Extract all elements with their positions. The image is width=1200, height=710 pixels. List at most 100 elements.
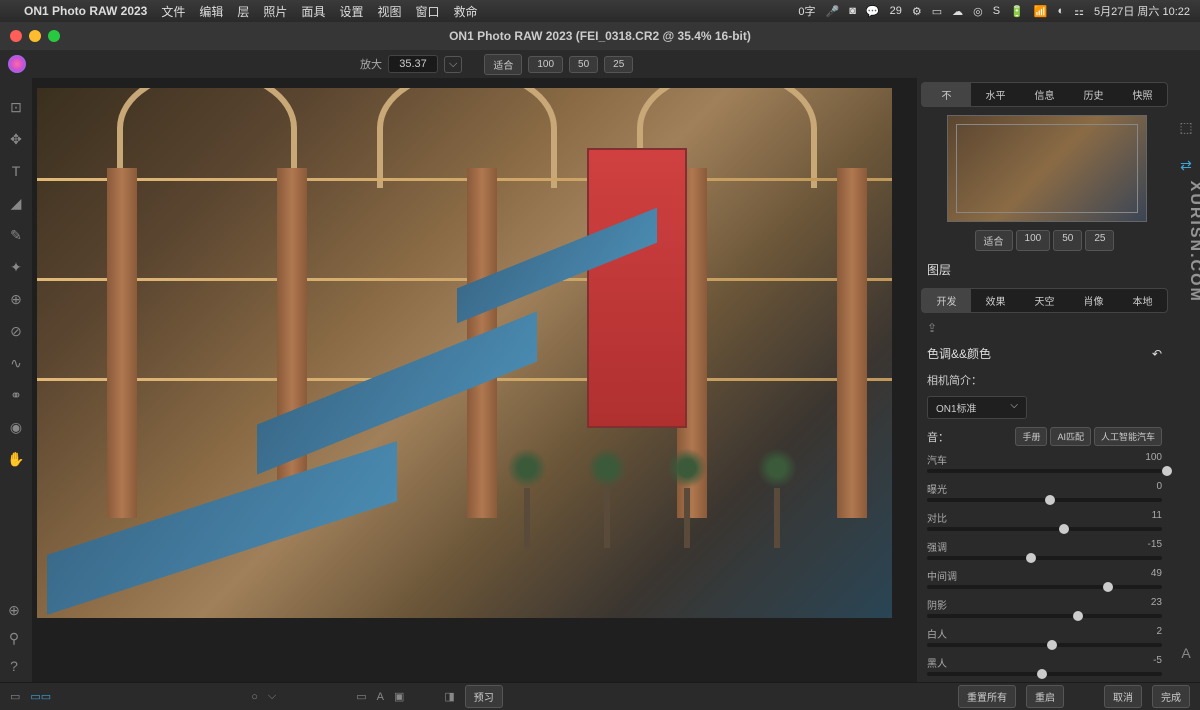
minimize-button[interactable]: [29, 30, 41, 42]
link-tool-icon[interactable]: ⚭: [7, 386, 25, 404]
reset-button[interactable]: 重启: [1026, 685, 1064, 708]
ai-auto-button[interactable]: 人工智能汽车: [1094, 427, 1162, 446]
date-time[interactable]: 5月27日 周六 10:22: [1094, 3, 1190, 19]
reset-icon[interactable]: ↶: [1152, 347, 1162, 361]
compare-icon[interactable]: ▭▭: [30, 690, 51, 703]
panel-icon[interactable]: ▭: [10, 690, 20, 703]
fingerprint-tool-icon[interactable]: ◉: [7, 418, 25, 436]
menu-photo[interactable]: 照片: [263, 3, 287, 20]
slider-track[interactable]: [927, 614, 1162, 618]
zoom-50-button[interactable]: 50: [569, 56, 598, 73]
app-icon[interactable]: ◙: [849, 5, 856, 17]
slider-thumb[interactable]: [1037, 669, 1047, 679]
menu-file[interactable]: 文件: [161, 3, 185, 20]
move-tool-icon[interactable]: ✥: [7, 130, 25, 148]
reset-all-button[interactable]: 重置所有: [958, 685, 1016, 708]
slider-track[interactable]: [927, 672, 1162, 676]
nav-100-button[interactable]: 100: [1016, 230, 1051, 251]
tab-effects[interactable]: 效果: [971, 289, 1020, 312]
s-icon[interactable]: S: [993, 5, 1000, 17]
adjust-tool-icon[interactable]: ◢: [7, 194, 25, 212]
brush-tool-icon[interactable]: ✎: [7, 226, 25, 244]
nav-50-button[interactable]: 50: [1053, 230, 1082, 251]
export-icon[interactable]: ⇪: [917, 317, 1172, 339]
help-icon[interactable]: ?: [5, 657, 23, 675]
hand-tool-icon[interactable]: ✋: [7, 450, 25, 468]
done-button[interactable]: 完成: [1152, 685, 1190, 708]
text-tool-icon[interactable]: T: [7, 162, 25, 180]
wechat-icon[interactable]: 💬: [866, 5, 880, 18]
circle-icon[interactable]: ○: [251, 691, 258, 703]
slider-track[interactable]: [927, 469, 1162, 473]
nav-tab-info[interactable]: 信息: [1020, 83, 1069, 106]
display-icon[interactable]: ▭: [932, 5, 942, 18]
slider-thumb[interactable]: [1103, 582, 1113, 592]
close-button[interactable]: [10, 30, 22, 42]
dropdown-icon[interactable]: ⌵: [268, 690, 276, 703]
shutter-icon[interactable]: ◎: [973, 5, 983, 18]
heal-tool-icon[interactable]: ✦: [7, 258, 25, 276]
nav-fit-button[interactable]: 适合: [975, 230, 1013, 251]
tab-local[interactable]: 本地: [1118, 289, 1167, 312]
nav-tab-history[interactable]: 历史: [1069, 83, 1118, 106]
crop-tool-icon[interactable]: ⊡: [7, 98, 25, 116]
slider-thumb[interactable]: [1059, 524, 1069, 534]
slider-thumb[interactable]: [1073, 611, 1083, 621]
share-icon[interactable]: ⚙: [912, 5, 922, 18]
mask-tool-icon[interactable]: ⊘: [7, 322, 25, 340]
slider-track[interactable]: [927, 585, 1162, 589]
slider-track[interactable]: [927, 556, 1162, 560]
nav-25-button[interactable]: 25: [1085, 230, 1114, 251]
gradient-tool-icon[interactable]: ∿: [7, 354, 25, 372]
menu-help[interactable]: 救命: [453, 3, 477, 20]
slider-thumb[interactable]: [1047, 640, 1057, 650]
maximize-button[interactable]: [48, 30, 60, 42]
menu-layer[interactable]: 层: [237, 3, 249, 20]
zoom-input[interactable]: [388, 55, 438, 73]
canvas-area[interactable]: [32, 78, 917, 682]
wifi-icon[interactable]: 📶: [1034, 5, 1048, 18]
zoom-dropdown-icon[interactable]: ⌵: [444, 56, 462, 73]
nav-tab-level[interactable]: 水平: [971, 83, 1020, 106]
clone-tool-icon[interactable]: ⊕: [7, 290, 25, 308]
slider-track[interactable]: [927, 527, 1162, 531]
preview-button[interactable]: 预习: [465, 685, 503, 708]
add-icon[interactable]: ⊕: [5, 601, 23, 619]
zoom-25-button[interactable]: 25: [604, 56, 633, 73]
tone-header[interactable]: 色调&&颜色 ↶: [917, 339, 1172, 368]
nav-tab-snapshot[interactable]: 快照: [1118, 83, 1167, 106]
tab-portrait[interactable]: 肖像: [1069, 289, 1118, 312]
slider-thumb[interactable]: [1045, 495, 1055, 505]
slider-thumb[interactable]: [1162, 466, 1172, 476]
slider-track[interactable]: [927, 643, 1162, 647]
battery-icon[interactable]: 🔋: [1010, 5, 1024, 18]
a-icon[interactable]: A: [1177, 644, 1195, 662]
profile-select[interactable]: ON1标准⌵: [927, 396, 1027, 419]
mask-view-icon[interactable]: ◨: [444, 690, 454, 703]
zoom-fit-button[interactable]: 适合: [484, 54, 522, 75]
ai-match-button[interactable]: AI匹配: [1050, 427, 1091, 446]
control-icon[interactable]: ⚏: [1074, 5, 1084, 18]
siri-icon[interactable]: ◐: [1057, 5, 1064, 17]
tab-develop[interactable]: 开发: [922, 289, 971, 312]
navigator-thumbnail[interactable]: [947, 115, 1147, 222]
person-icon[interactable]: ⚲: [5, 629, 23, 647]
menu-app[interactable]: ON1 Photo RAW 2023: [24, 4, 147, 18]
settings-icon[interactable]: ⇄: [1177, 156, 1195, 174]
menu-mask[interactable]: 面具: [301, 3, 325, 20]
menu-edit[interactable]: 编辑: [199, 3, 223, 20]
slider-track[interactable]: [927, 498, 1162, 502]
slider-thumb[interactable]: [1026, 553, 1036, 563]
manual-button[interactable]: 手册: [1015, 427, 1047, 446]
view3-icon[interactable]: ▣: [394, 690, 404, 703]
menu-window[interactable]: 窗口: [415, 3, 439, 20]
menu-view[interactable]: 视图: [377, 3, 401, 20]
cloud-icon[interactable]: ☁: [952, 5, 963, 18]
nav-tab-none[interactable]: 不: [922, 83, 971, 106]
view2-icon[interactable]: A: [377, 691, 384, 703]
view1-icon[interactable]: ▭: [356, 690, 366, 703]
status-input[interactable]: 0字: [798, 3, 815, 19]
mic-icon[interactable]: 🎤: [826, 5, 840, 18]
tag-icon[interactable]: ⬚: [1177, 118, 1195, 136]
cancel-button[interactable]: 取消: [1104, 685, 1142, 708]
